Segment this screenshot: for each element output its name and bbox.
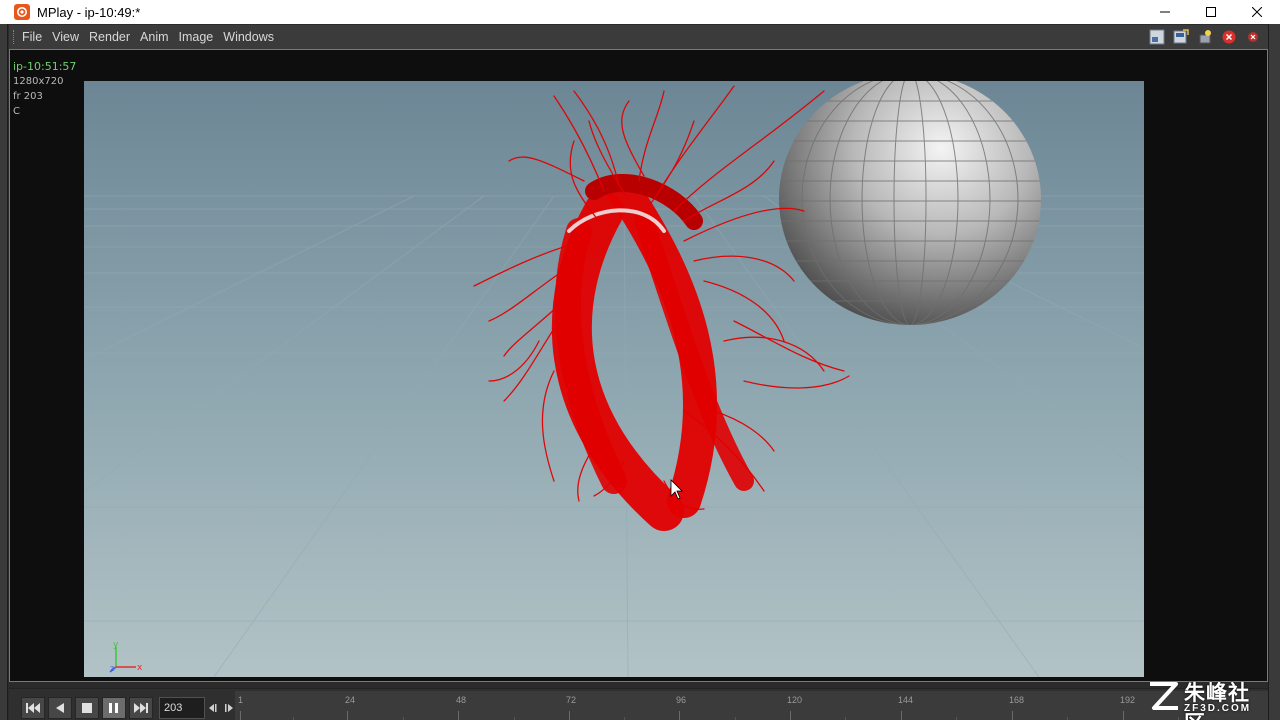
tick-mark — [1123, 711, 1124, 720]
tick-label: 144 — [898, 695, 914, 705]
jump-start-icon — [26, 703, 40, 713]
menu-windows[interactable]: Windows — [218, 25, 279, 49]
menu-view[interactable]: View — [47, 25, 84, 49]
axis-label-y: y — [113, 640, 119, 650]
tick-label: 120 — [787, 695, 803, 705]
menu-bar: File View Render Anim Image Windows — [9, 25, 1268, 49]
stop-button[interactable] — [75, 697, 99, 719]
step-back-icon — [209, 704, 217, 712]
current-frame-field[interactable]: 203 — [159, 697, 205, 719]
image-resolution: 1280x720 — [13, 76, 64, 87]
step-forward-button[interactable] — [222, 699, 234, 717]
tick-mark — [240, 711, 241, 720]
step-forward-icon — [225, 704, 233, 712]
window-title: MPlay - ip-10:49:* — [37, 4, 141, 20]
tick-mark — [1012, 711, 1013, 720]
jump-end-button[interactable] — [129, 697, 153, 719]
right-dock-edge — [1268, 24, 1280, 720]
stop-icon — [82, 703, 92, 713]
menu-file[interactable]: File — [17, 25, 47, 49]
tick-label: 168 — [1009, 695, 1025, 705]
play-reverse-icon — [56, 703, 64, 713]
tick-mark — [901, 711, 902, 720]
image-name: ip-10:51:57 — [13, 60, 77, 73]
tick-mark — [679, 711, 680, 720]
render-image[interactable]: y x z — [84, 81, 1144, 677]
title-bar: MPlay - ip-10:49:* — [0, 0, 1280, 24]
close-red-small-icon[interactable] — [1244, 28, 1262, 46]
tick-label: 1 — [238, 695, 244, 705]
image-info: ip-10:51:57 1280x720 fr 203 C — [13, 59, 76, 119]
close-button[interactable] — [1234, 0, 1280, 24]
watermark: 朱峰社区 ZF3D.COM — [1146, 676, 1270, 720]
menu-render[interactable]: Render — [84, 25, 135, 49]
jump-end-icon — [134, 703, 148, 713]
houdini-icon — [14, 4, 30, 20]
axis-label-z: z — [110, 664, 114, 673]
minimize-button[interactable] — [1142, 0, 1188, 24]
tick-label: 24 — [345, 695, 356, 705]
axis-label-x: x — [137, 663, 143, 673]
watermark-logo-icon — [1150, 682, 1178, 710]
menu-anim[interactable]: Anim — [135, 25, 173, 49]
minimize-icon — [1160, 11, 1170, 13]
playbar: 203 1 24 48 72 96 120 144 168 192 — [9, 688, 1268, 720]
render-svg: y x z — [84, 81, 1144, 677]
step-back-button[interactable] — [208, 699, 220, 717]
timeline-slider[interactable]: 1 24 48 72 96 120 144 168 192 — [235, 691, 1268, 720]
left-dock-edge — [0, 24, 8, 720]
close-red-icon[interactable] — [1220, 28, 1238, 46]
image-channel: C — [13, 106, 20, 117]
play-reverse-button[interactable] — [48, 697, 72, 719]
mplay-window: MPlay - ip-10:49:* File View Render Anim… — [0, 0, 1280, 720]
tick-mark — [458, 711, 459, 720]
pause-icon — [109, 703, 118, 713]
maximize-button[interactable] — [1188, 0, 1234, 24]
tick-label: 48 — [456, 695, 467, 705]
viewport-layout-icon[interactable] — [1148, 28, 1166, 46]
jump-start-button[interactable] — [21, 697, 45, 719]
tick-label: 192 — [1120, 695, 1136, 705]
save-image-icon[interactable] — [1172, 28, 1190, 46]
menu-image[interactable]: Image — [174, 25, 219, 49]
tick-mark — [569, 711, 570, 720]
tick-label: 96 — [676, 695, 687, 705]
light-icon[interactable] — [1196, 28, 1214, 46]
close-icon — [1252, 7, 1262, 17]
watermark-url: ZF3D.COM — [1184, 703, 1252, 714]
image-frame: fr 203 — [13, 91, 43, 102]
pause-button[interactable] — [102, 697, 126, 719]
tick-mark — [347, 711, 348, 720]
maximize-icon — [1206, 7, 1216, 17]
tick-label: 72 — [566, 695, 577, 705]
tick-mark — [790, 711, 791, 720]
